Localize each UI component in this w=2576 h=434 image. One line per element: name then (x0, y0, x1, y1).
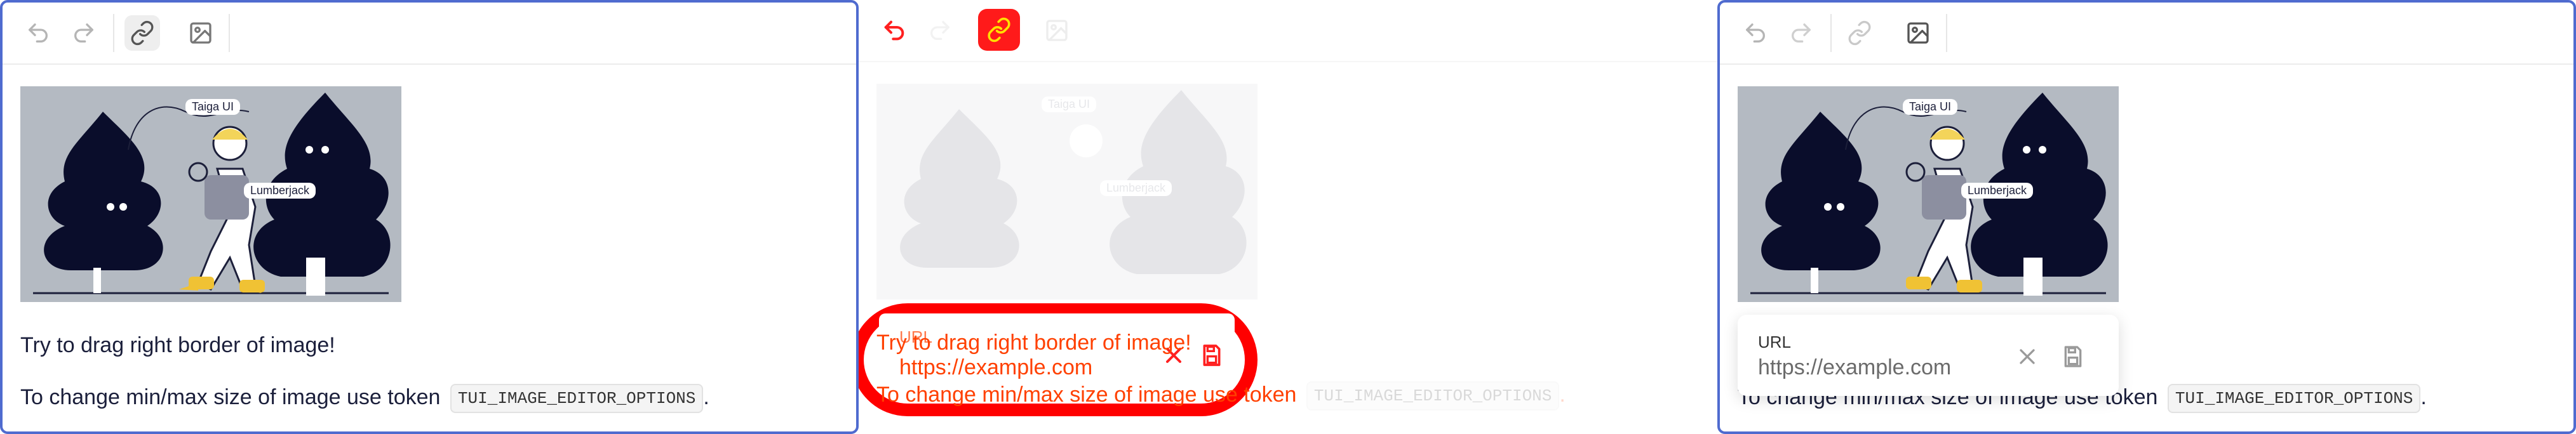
undo-icon (29, 23, 48, 43)
url-input[interactable]: https://example.com (899, 355, 1092, 380)
editor-toolbar (1720, 3, 2573, 65)
undo-button[interactable] (876, 13, 912, 48)
lumberjack-illustration (1738, 86, 2119, 302)
save-button[interactable] (2058, 341, 2088, 372)
image-tag-taiga: Taiga UI (1903, 99, 1958, 115)
redo-button[interactable] (66, 15, 102, 51)
paragraph-suffix: . (2420, 385, 2427, 409)
toolbar-separator (113, 14, 114, 52)
image-icon (1907, 22, 1929, 44)
image-button[interactable] (183, 15, 218, 51)
lumberjack-illustration (876, 84, 1258, 299)
toolbar-separator (229, 14, 230, 52)
toolbar-separator (1946, 14, 1947, 52)
token-code: TUI_IMAGE_EDITOR_OPTIONS (2167, 384, 2421, 413)
link-icon (988, 17, 1010, 43)
editor-toolbar (859, 0, 1717, 62)
close-button[interactable] (2012, 341, 2043, 372)
url-label: URL (1758, 332, 1792, 352)
image-tag-taiga: Taiga UI (1042, 96, 1097, 112)
redo-icon (930, 21, 949, 40)
token-code: TUI_IMAGE_EDITOR_OPTIONS (1306, 381, 1560, 411)
redo-icon (1792, 23, 1811, 43)
editor-image[interactable]: Taiga UI Lumberjack (1738, 86, 2119, 302)
save-icon (2064, 346, 2082, 367)
image-tag-lumberjack: Lumberjack (1100, 180, 1172, 196)
save-button[interactable] (1197, 340, 1227, 371)
lumberjack-illustration (20, 86, 401, 302)
image-tag-taiga: Taiga UI (185, 99, 241, 115)
editor-image[interactable]: Taiga UI Lumberjack (876, 84, 1258, 299)
image-tag-lumberjack: Lumberjack (1961, 183, 2034, 199)
editor-image[interactable]: Taiga UI Lumberjack (20, 86, 401, 302)
image-button[interactable] (1039, 13, 1075, 48)
token-code: TUI_IMAGE_EDITOR_OPTIONS (450, 384, 704, 413)
close-icon (2020, 349, 2035, 364)
paragraph-suffix: . (1559, 383, 1566, 407)
paragraph-token-hint: To change min/max size of image use toke… (876, 381, 1566, 411)
image-tag-lumberjack: Lumberjack (244, 183, 316, 199)
undo-icon (1746, 23, 1765, 43)
url-input[interactable]: https://example.com (1758, 355, 1951, 380)
save-icon (1203, 345, 1221, 366)
link-dialog: URL https://example.com (1738, 315, 2119, 396)
editor-toolbar (3, 3, 856, 65)
editor-panel-2: Taiga UI Lumberjack URL https://example.… (859, 0, 1717, 434)
undo-icon (884, 20, 904, 41)
image-icon (190, 22, 211, 44)
toolbar-separator (1830, 14, 1832, 52)
link-button[interactable] (1842, 15, 1877, 51)
image-button[interactable] (1900, 15, 1936, 51)
paragraph-drag-hint: Try to drag right border of image! (20, 333, 335, 357)
link-button[interactable] (124, 15, 160, 51)
paragraph-suffix: . (703, 385, 709, 409)
paragraph-drag-hint: Try to drag right border of image! (876, 331, 1191, 355)
redo-button[interactable] (1783, 15, 1819, 51)
editor-panel-3: Taiga UI Lumberjack To change min/max si… (1717, 0, 2576, 434)
link-icon (1848, 20, 1871, 46)
paragraph-token-hint: To change min/max size of image use toke… (20, 384, 709, 413)
undo-button[interactable] (20, 15, 56, 51)
link-icon (131, 20, 154, 46)
editor-panel-1: Taiga UI Lumberjack Try to drag right bo… (0, 0, 859, 434)
paragraph-token-prefix: To change min/max size of image use toke… (876, 383, 1297, 407)
undo-button[interactable] (1738, 15, 1773, 51)
link-button[interactable] (978, 9, 1020, 51)
paragraph-token-prefix: To change min/max size of image use toke… (20, 385, 441, 409)
image-icon (1046, 20, 1068, 41)
redo-button[interactable] (922, 13, 958, 48)
redo-icon (74, 23, 93, 43)
